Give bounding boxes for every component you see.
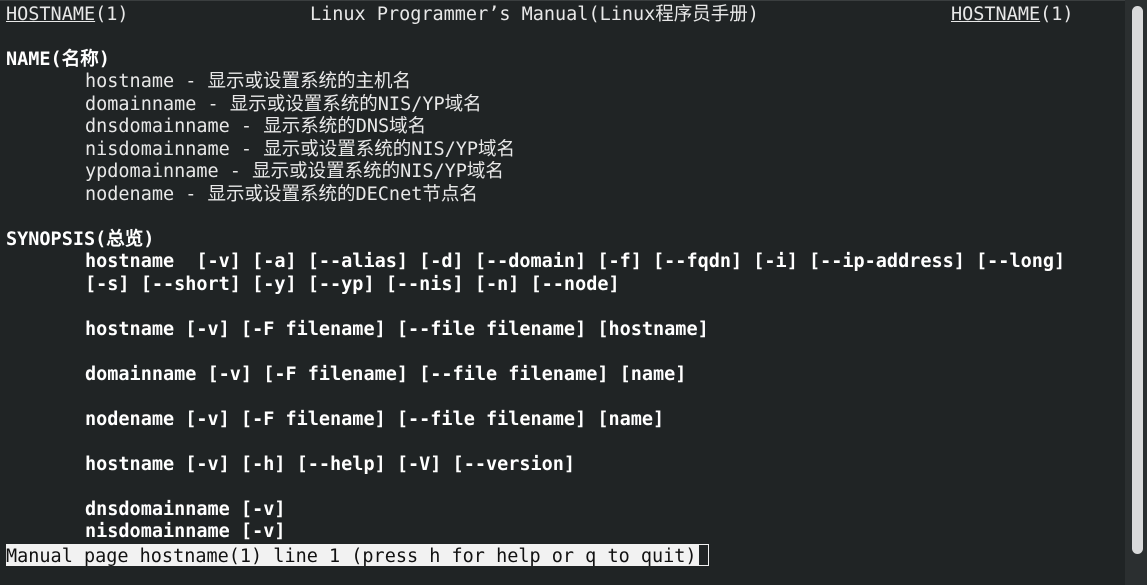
text-cursor	[697, 544, 709, 566]
scrollbar[interactable]	[1125, 0, 1147, 585]
synopsis-line: hostname [-v] [-a] [--alias] [-d] [--dom…	[85, 251, 1066, 272]
name-line: domainname - 显示或设置系统的NIS/YP域名	[85, 93, 482, 115]
header-left-name: HOSTNAME	[6, 4, 96, 25]
header-right: HOSTNAME(1)	[951, 4, 1074, 27]
status-text: Manual page hostname(1) line 1 (press h …	[6, 546, 697, 567]
name-section-heading: NAME(名称)	[6, 49, 110, 70]
header-right-name: HOSTNAME	[951, 4, 1041, 25]
header-left: HOSTNAME(1)	[6, 4, 129, 27]
header-right-section: (1)	[1040, 4, 1074, 25]
synopsis-line: nisdomainname [-v]	[85, 521, 286, 542]
name-line: ypdomainname - 显示或设置系统的NIS/YP域名	[85, 161, 504, 182]
header-center-title: Linux Programmer’s Manual(Linux程序员手册)	[310, 4, 759, 25]
synopsis-line: hostname [-v] [-F filename] [--file file…	[85, 318, 709, 340]
synopsis-line: domainname [-v] [-F filename] [--file fi…	[85, 363, 687, 385]
synopsis-line: nodename [-v] [-F filename] [--file file…	[85, 408, 665, 430]
name-line: nodename - 显示或设置系统的DECnet节点名	[85, 183, 478, 205]
synopsis-section-heading: SYNOPSIS(总览)	[6, 229, 155, 250]
name-line: dnsdomainname - 显示系统的DNS域名	[85, 116, 427, 137]
scrollbar-thumb[interactable]	[1132, 6, 1143, 554]
name-line: hostname - 显示或设置系统的主机名	[85, 71, 412, 92]
synopsis-line: hostname [-v] [-h] [--help] [-V] [--vers…	[85, 453, 576, 475]
synopsis-line: dnsdomainname [-v]	[85, 498, 286, 520]
header-left-section: (1)	[95, 4, 129, 25]
terminal-window[interactable]: HOSTNAME(1) Linux Programmer’s Manual(Li…	[0, 0, 1125, 585]
name-line: nisdomainname - 显示或设置系统的NIS/YP域名	[85, 138, 516, 160]
pager-status-line: Manual page hostname(1) line 1 (press h …	[6, 544, 709, 567]
synopsis-line: [-s] [--short] [-y] [--yp] [--nis] [-n] …	[85, 273, 620, 295]
